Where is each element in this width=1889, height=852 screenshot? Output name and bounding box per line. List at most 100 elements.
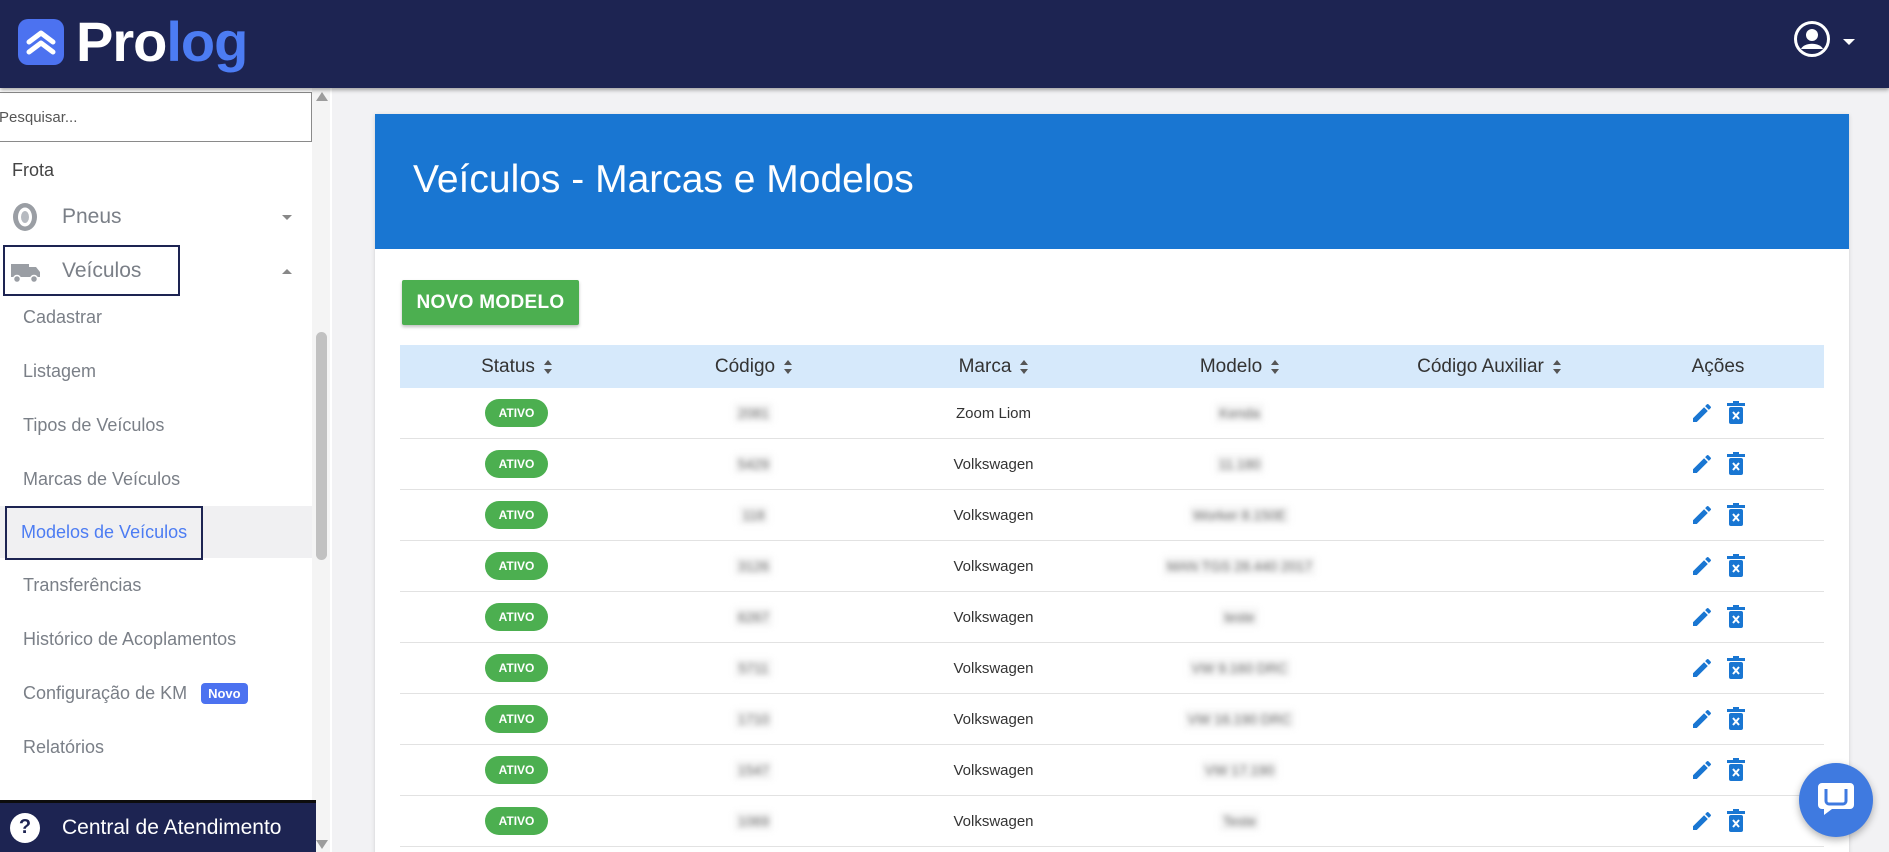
marca-value: Zoom Liom — [955, 404, 1032, 422]
marca-value: Volkswagen — [953, 812, 1034, 830]
codigo-value: 1547 — [733, 760, 774, 780]
sidebar-scrollbar[interactable] — [312, 88, 330, 852]
sidebar-item-tipos-de-veiculos[interactable]: Tipos de Veículos — [0, 399, 312, 451]
codigo-cell: 1710 — [633, 709, 874, 729]
edit-pencil-icon[interactable] — [1690, 707, 1714, 731]
marca-cell: Volkswagen — [874, 609, 1113, 626]
chevron-up-icon — [282, 268, 292, 274]
chat-bubble-icon — [1816, 779, 1856, 822]
status-badge: ATIVO — [484, 552, 549, 580]
modelo-value: Kenda — [1215, 403, 1264, 423]
marca-value: Volkswagen — [953, 761, 1034, 779]
sidebar-group-pneus[interactable]: Pneus — [0, 193, 312, 241]
question-icon: ? — [10, 812, 40, 843]
top-bar: Prolog — [0, 0, 1889, 88]
user-menu[interactable] — [1793, 20, 1855, 63]
sidebar-item-label: Tipos de Veículos — [23, 414, 165, 435]
codigo-cell: 5429 — [633, 454, 874, 474]
chevron-down-icon — [1843, 38, 1855, 45]
sidebar-search-input[interactable] — [0, 92, 312, 142]
edit-pencil-icon[interactable] — [1690, 401, 1714, 425]
sidebar-item-label: Relatórios — [23, 736, 105, 757]
marca-value: Volkswagen — [953, 659, 1034, 677]
delete-trash-icon[interactable] — [1726, 554, 1746, 578]
modelo-value: teste — [1220, 607, 1259, 627]
sidebar-item-label: Configuração de KM — [23, 682, 188, 703]
modelo-cell: Teste — [1113, 811, 1366, 831]
sidebar-item-marcas-de-veiculos[interactable]: Marcas de Veículos — [0, 453, 312, 505]
column-header-marca[interactable]: Marca — [874, 356, 1113, 378]
chat-button[interactable] — [1799, 763, 1873, 837]
modelo-value: MAN TGS 28.440 2017 — [1162, 556, 1317, 576]
actions-cell — [1612, 554, 1824, 578]
column-header-codigo-auxiliar[interactable]: Código Auxiliar — [1366, 356, 1612, 378]
sidebar-item-cadastrar[interactable]: Cadastrar — [0, 291, 312, 343]
codigo-cell: 2081 — [633, 403, 874, 423]
status-cell: ATIVO — [400, 807, 633, 835]
logo-mark-icon — [18, 19, 64, 65]
edit-pencil-icon[interactable] — [1690, 503, 1714, 527]
edit-pencil-icon[interactable] — [1690, 758, 1714, 782]
modelo-cell: teste — [1113, 607, 1366, 627]
delete-trash-icon[interactable] — [1726, 503, 1746, 527]
actions-cell — [1612, 758, 1824, 782]
edit-pencil-icon[interactable] — [1690, 554, 1714, 578]
delete-trash-icon[interactable] — [1726, 605, 1746, 629]
marca-value: Volkswagen — [953, 557, 1034, 575]
sidebar-item-listagem[interactable]: Listagem — [0, 345, 312, 397]
sidebar-item-relatorios[interactable]: Relatórios — [0, 721, 312, 773]
delete-trash-icon[interactable] — [1726, 707, 1746, 731]
status-badge: ATIVO — [484, 807, 549, 835]
marca-value: Volkswagen — [953, 506, 1034, 524]
scroll-down-arrow-icon[interactable] — [316, 840, 328, 849]
help-center-button[interactable]: ? Central de Atendimento — [0, 800, 316, 852]
edit-pencil-icon[interactable] — [1690, 809, 1714, 833]
marca-cell: Volkswagen — [874, 711, 1113, 728]
delete-trash-icon[interactable] — [1726, 809, 1746, 833]
sort-icon — [1271, 359, 1280, 374]
table-row: ATIVO 5429 Volkswagen 11.180 — [400, 439, 1824, 490]
sidebar-item-historico-de-acoplamentos[interactable]: Histórico de Acoplamentos — [0, 613, 312, 665]
marca-cell: Volkswagen — [874, 456, 1113, 473]
table-row: ATIVO 118 Volkswagen Worker 8.150E — [400, 490, 1824, 541]
prolog-logo[interactable]: Prolog — [18, 10, 248, 73]
delete-trash-icon[interactable] — [1726, 656, 1746, 680]
table-row: ATIVO 2081 Zoom Liom Kenda — [400, 388, 1824, 439]
edit-pencil-icon[interactable] — [1690, 452, 1714, 476]
column-header-label: Código — [714, 355, 776, 377]
codigo-cell: 6267 — [633, 607, 874, 627]
scroll-up-arrow-icon[interactable] — [316, 92, 328, 101]
scrollbar-thumb[interactable] — [316, 332, 327, 560]
column-header-label: Marca — [958, 355, 1012, 377]
column-header-modelo[interactable]: Modelo — [1113, 356, 1366, 378]
sidebar-section-frota: Frota — [12, 160, 55, 180]
column-header-codigo[interactable]: Código — [633, 356, 874, 378]
codigo-value: 5429 — [733, 454, 774, 474]
delete-trash-icon[interactable] — [1726, 758, 1746, 782]
edit-pencil-icon[interactable] — [1690, 605, 1714, 629]
sidebar-item-configuracao-de-km[interactable]: Configuração de KM Novo — [0, 667, 312, 719]
edit-pencil-icon[interactable] — [1690, 656, 1714, 680]
delete-trash-icon[interactable] — [1726, 452, 1746, 476]
delete-trash-icon[interactable] — [1726, 401, 1746, 425]
codigo-cell: 118 — [633, 505, 874, 525]
actions-cell — [1612, 656, 1824, 680]
logo-wordmark: Prolog — [76, 10, 248, 73]
card-header: Veículos - Marcas e Modelos — [375, 114, 1849, 249]
status-cell: ATIVO — [400, 756, 633, 784]
sidebar-item-transferencias[interactable]: Transferências — [0, 559, 312, 611]
column-header-acoes: Ações — [1612, 356, 1824, 378]
user-avatar-icon — [1793, 20, 1831, 63]
modelo-value: VW 17.190 — [1200, 760, 1279, 780]
new-model-button[interactable]: NOVO MODELO — [402, 280, 579, 325]
sort-icon — [1020, 359, 1029, 374]
status-cell: ATIVO — [400, 399, 633, 427]
modelo-value: Worker 8.150E — [1188, 505, 1291, 525]
actions-cell — [1612, 605, 1824, 629]
codigo-value: 3126 — [733, 556, 774, 576]
sidebar-item-label: Histórico de Acoplamentos — [23, 628, 237, 649]
column-header-status[interactable]: Status — [400, 356, 633, 378]
codigo-value: 118 — [738, 505, 769, 525]
sidebar-item-label: Transferências — [23, 574, 142, 595]
codigo-value: 6267 — [733, 607, 774, 627]
